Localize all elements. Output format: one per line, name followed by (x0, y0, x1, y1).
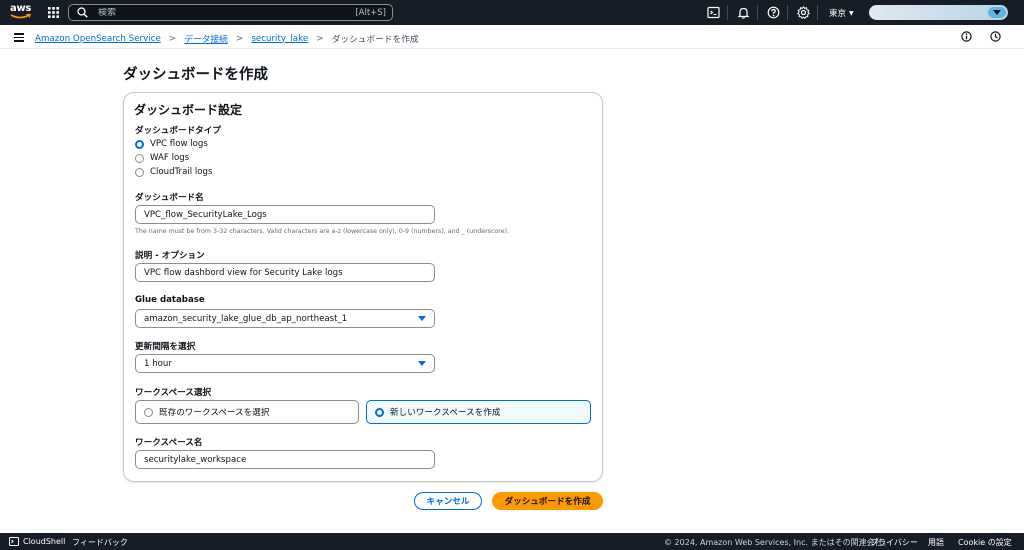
dashboard-name-label: ダッシュボード名 (135, 193, 204, 203)
aws-smile-icon (10, 13, 31, 19)
aws-logo-text: aws (10, 3, 32, 14)
workspace-name-label: ワークスペース名 (135, 438, 203, 448)
privacy-link[interactable]: プライバシー (870, 537, 918, 548)
account-dropdown-icon (988, 7, 1006, 18)
region-selector[interactable]: 東京 ▼ (829, 7, 854, 19)
refresh-interval-select[interactable]: 1 hour (135, 354, 435, 373)
dashboard-type-label: ダッシュボードタイプ (135, 126, 221, 136)
tile-label: 新しいワークスペースを作成 (390, 408, 501, 418)
chevron-right-icon: > (235, 33, 244, 44)
glue-database-label: Glue database (135, 295, 205, 305)
radio-label: WAF logs (150, 153, 190, 163)
radio-vpc-flow-logs[interactable]: VPC flow logs (135, 139, 208, 149)
cookie-settings-link[interactable]: Cookie の設定 (958, 537, 1012, 548)
footer: CloudShell フィードバック © 2024, Amazon Web Se… (0, 533, 1024, 550)
caret-down-icon (418, 361, 426, 366)
refresh-interval-value: 1 hour (144, 358, 172, 369)
grid-icon[interactable] (48, 7, 59, 18)
gear-icon[interactable] (797, 6, 810, 19)
chevron-right-icon: > (316, 33, 324, 44)
help-icon[interactable] (767, 6, 780, 19)
nav-divider (757, 5, 758, 20)
chevron-right-icon: > (168, 33, 177, 44)
radio-label: CloudTrail logs (150, 167, 213, 177)
cloudshell-link[interactable]: CloudShell (23, 537, 65, 546)
create-dashboard-button[interactable]: ダッシュボードを作成 (492, 492, 603, 510)
radio-label: VPC flow logs (150, 139, 208, 149)
cloudshell-icon[interactable] (707, 6, 720, 19)
radio-unselected-icon (144, 407, 153, 417)
nav-divider (787, 5, 788, 20)
search-input[interactable] (88, 7, 356, 18)
page-title: ダッシュボードを作成 (123, 67, 268, 83)
cloudshell-icon (9, 537, 19, 546)
radio-selected-icon (375, 407, 384, 417)
workspace-name-field[interactable] (135, 450, 435, 469)
tile-label: 既存のワークスペースを選択 (159, 408, 270, 418)
breadcrumb-opensearch[interactable]: Amazon OpenSearch Service (35, 34, 161, 44)
caret-down-icon: ▼ (849, 9, 854, 17)
dashboard-name-input[interactable] (136, 209, 434, 220)
account-menu[interactable] (869, 5, 1008, 20)
tile-existing-workspace[interactable]: 既存のワークスペースを選択 (135, 400, 359, 424)
search-shortcut: [Alt+S] (355, 7, 386, 18)
caret-down-icon (418, 316, 426, 321)
glue-database-select[interactable]: amazon_security_lake_glue_db_ap_northeas… (135, 309, 435, 328)
glue-database-value: amazon_security_lake_glue_db_ap_northeas… (144, 313, 348, 324)
section-title: ダッシュボード設定 (134, 103, 243, 117)
cancel-button[interactable]: キャンセル (414, 492, 482, 510)
info-icon[interactable] (961, 31, 972, 42)
nav-divider (727, 5, 728, 20)
terms-link[interactable]: 用語 (928, 537, 944, 548)
menu-icon[interactable] (14, 33, 24, 42)
nav-divider (817, 5, 818, 20)
breadcrumb-current: ダッシュボードを作成 (331, 35, 419, 45)
radio-unselected-icon (135, 153, 144, 163)
breadcrumb-security-lake[interactable]: security_lake (251, 34, 308, 44)
aws-logo[interactable]: aws (10, 4, 32, 21)
bell-icon[interactable] (737, 6, 750, 19)
global-search[interactable]: [Alt+S] (68, 4, 393, 21)
dashboard-name-hint: The name must be from 3-32 characters. V… (135, 228, 510, 235)
refresh-interval-label: 更新間隔を選択 (135, 342, 196, 352)
history-icon[interactable] (990, 31, 1001, 42)
description-label: 説明 - オプション (135, 251, 205, 261)
copyright-text: © 2024, Amazon Web Services, Inc. またはその関… (664, 538, 891, 547)
feedback-link[interactable]: フィードバック (72, 537, 128, 548)
radio-selected-icon (135, 139, 144, 149)
top-navigation: aws [Alt+S] (0, 0, 1024, 25)
breadcrumb-data-connections[interactable]: データ接続 (184, 32, 227, 45)
region-label: 東京 (829, 9, 847, 19)
search-icon (77, 7, 88, 18)
tile-new-workspace[interactable]: 新しいワークスペースを作成 (366, 400, 591, 424)
workspace-selection-label: ワークスペース選択 (135, 388, 212, 398)
radio-unselected-icon (135, 167, 144, 177)
description-input[interactable] (136, 267, 434, 278)
radio-waf-logs[interactable]: WAF logs (135, 153, 189, 163)
workspace-name-input[interactable] (136, 454, 434, 465)
description-field[interactable] (135, 263, 435, 282)
dashboard-name-field[interactable] (135, 205, 435, 224)
breadcrumb-bar: Amazon OpenSearch Service > データ接続 > secu… (0, 25, 1024, 49)
radio-cloudtrail-logs[interactable]: CloudTrail logs (135, 167, 212, 177)
breadcrumb: Amazon OpenSearch Service > データ接続 > secu… (35, 32, 419, 46)
